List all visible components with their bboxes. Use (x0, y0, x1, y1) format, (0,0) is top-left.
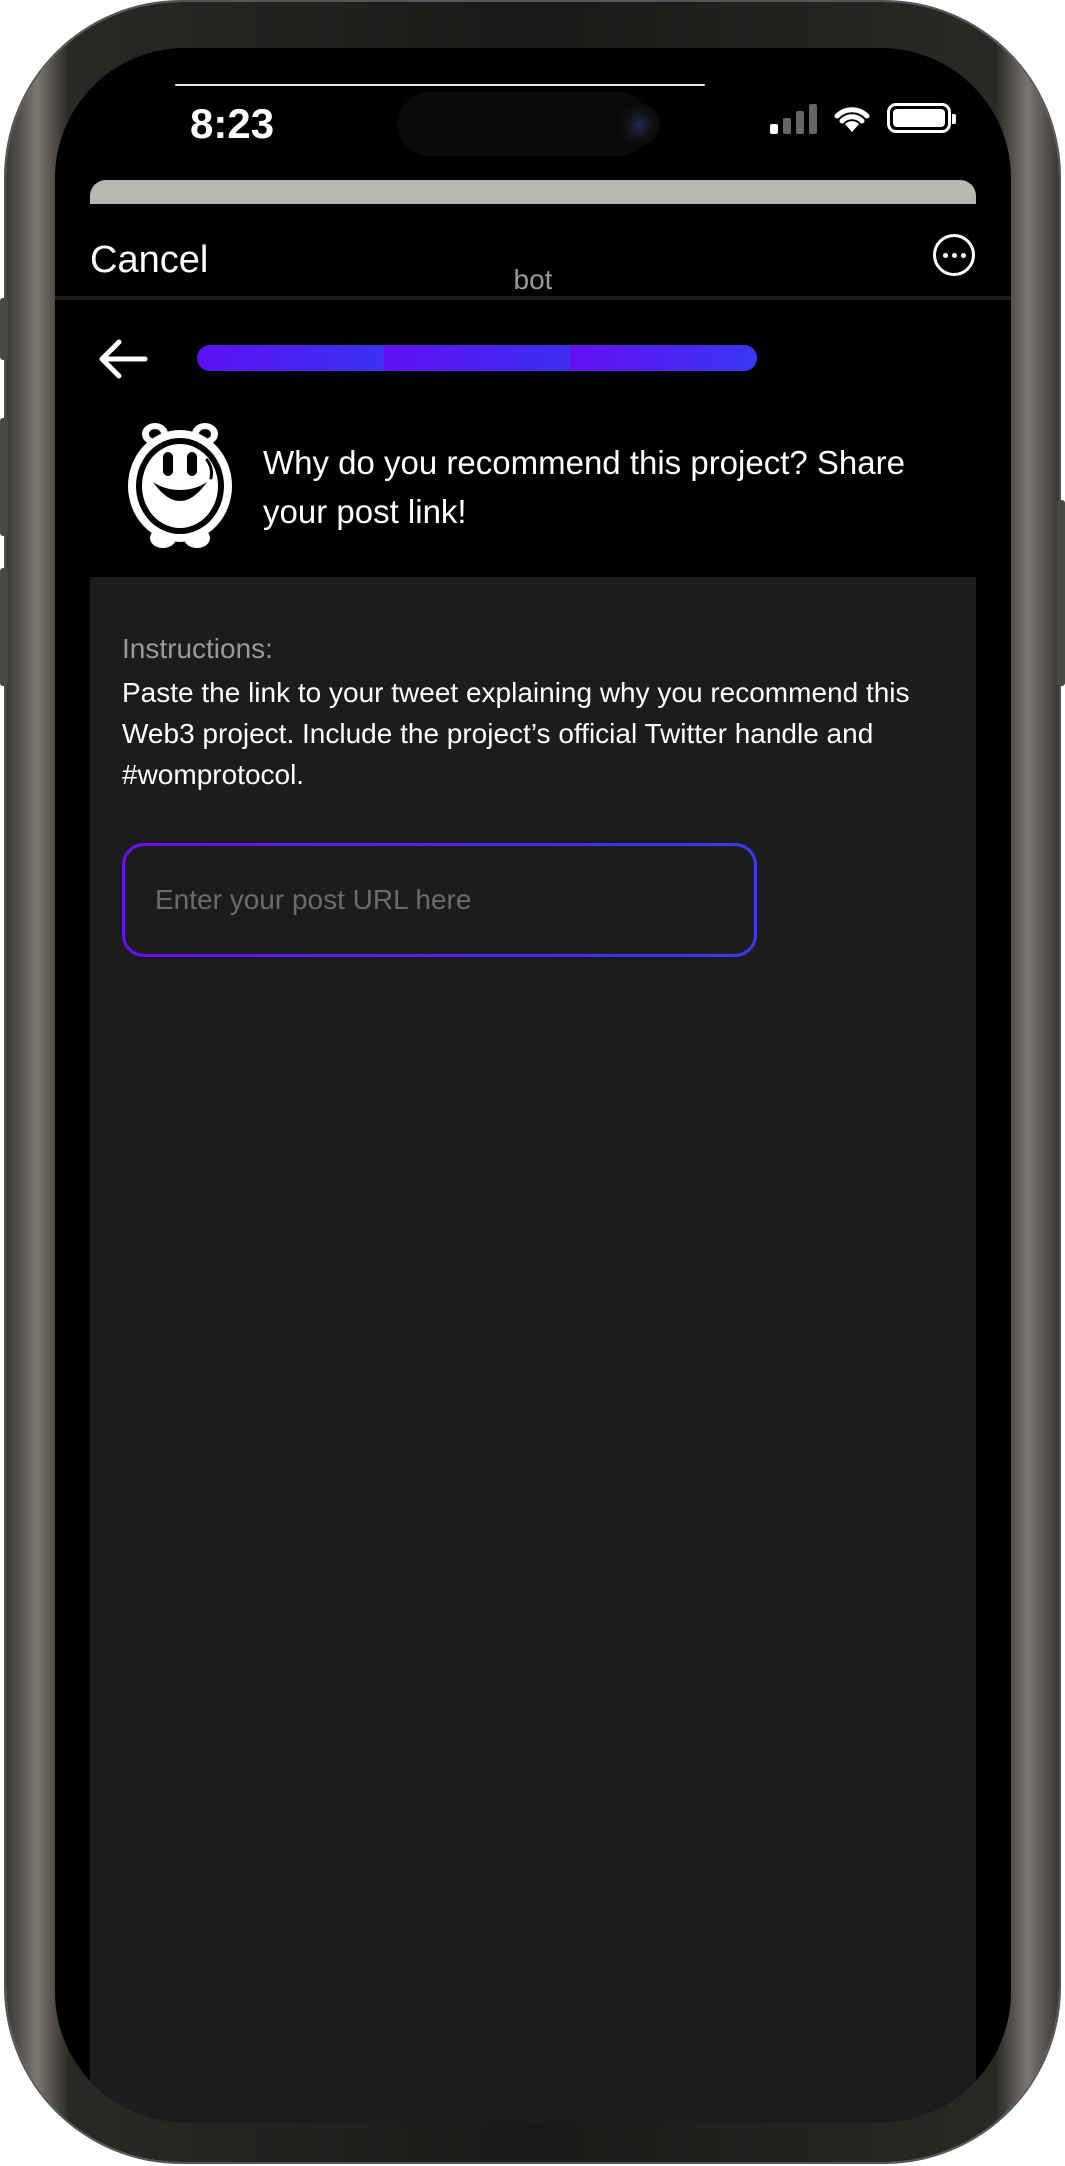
dynamic-island (398, 92, 650, 156)
phone-power-button (1057, 500, 1065, 686)
nav-divider (55, 296, 1011, 300)
nav-bar: Cancel bot (55, 204, 1011, 304)
instructions-label: Instructions: (122, 633, 273, 664)
status-time: 8:23 (190, 100, 275, 147)
phone-silent-switch (0, 298, 8, 360)
instructions-text: Paste the link to your tweet explaining … (122, 677, 910, 790)
front-camera (618, 104, 660, 146)
progress-bar (197, 345, 757, 371)
status-icons (770, 102, 956, 134)
arrow-left-icon[interactable] (93, 334, 153, 384)
wifi-icon (834, 107, 870, 132)
content-panel: Instructions: Paste the link to your twe… (90, 577, 976, 2122)
smiley-mascot-icon (128, 423, 232, 548)
nav-title: bot (513, 264, 553, 295)
cellular-signal-icon (770, 102, 817, 134)
post-url-input[interactable] (125, 846, 754, 954)
sheet-background-card (90, 180, 976, 204)
battery-icon (887, 103, 956, 133)
phone-volume-up-button (0, 418, 8, 536)
progress-segment (197, 345, 384, 371)
url-input-border (122, 843, 757, 957)
phone-screen: 8:23 Cancel bot Why do you recommend thi… (55, 48, 1011, 2122)
question-heading: Why do you recommend this project? Share… (263, 444, 905, 530)
phone-volume-down-button (0, 568, 8, 686)
ellipsis-circle-icon[interactable] (933, 234, 975, 276)
progress-segment (570, 345, 757, 371)
progress-segment (383, 345, 571, 371)
screen-highlight (175, 84, 705, 86)
